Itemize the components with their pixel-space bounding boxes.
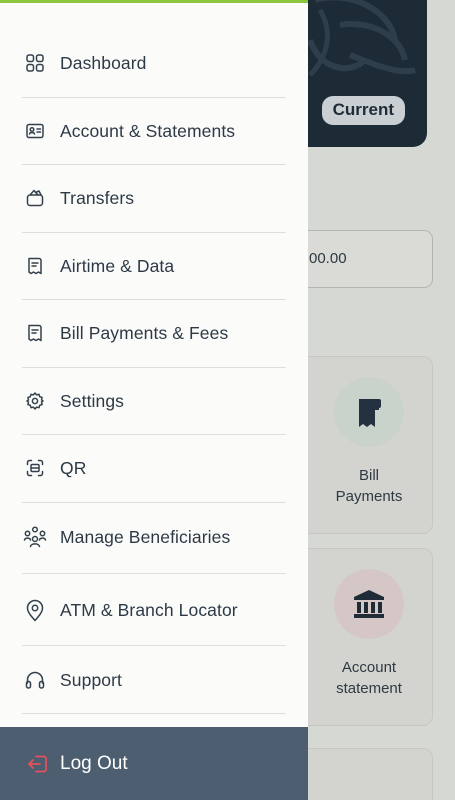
divider xyxy=(22,164,286,165)
menu-item-label: Transfers xyxy=(60,187,135,208)
divider xyxy=(22,502,286,503)
divider xyxy=(22,299,286,300)
menu-item-label: Dashboard xyxy=(60,52,147,73)
divider xyxy=(22,367,286,368)
grid-icon xyxy=(22,50,48,76)
divider xyxy=(22,97,286,98)
menu-item-account-statements[interactable]: Account & Statements xyxy=(22,118,286,144)
menu-item-bill-payments[interactable]: Bill Payments & Fees xyxy=(22,320,286,346)
logout-button[interactable]: Log Out xyxy=(0,727,308,800)
logout-icon xyxy=(26,752,50,776)
id-card-icon xyxy=(22,118,48,144)
menu-item-label: Support xyxy=(60,669,122,690)
menu-item-settings[interactable]: Settings xyxy=(22,388,286,414)
menu-item-airtime-data[interactable]: Airtime & Data xyxy=(22,253,286,279)
bank-icon xyxy=(354,590,384,618)
menu-item-label: Airtime & Data xyxy=(60,255,175,276)
menu-item-label: ATM & Branch Locator xyxy=(60,599,238,620)
bill-payments-label: Bill Payments xyxy=(335,467,403,505)
account-type-badge: Current xyxy=(321,96,405,125)
headphones-icon xyxy=(22,667,48,693)
menu-item-label: QR xyxy=(60,457,87,478)
qr-scan-icon xyxy=(22,455,48,481)
divider xyxy=(22,232,286,233)
divider xyxy=(22,645,286,646)
receipt-icon xyxy=(22,253,48,279)
menu-item-qr[interactable]: QR xyxy=(22,455,286,481)
wallet-icon xyxy=(22,185,48,211)
menu-item-atm-branch-locator[interactable]: ATM & Branch Locator xyxy=(22,596,286,624)
logout-label: Log Out xyxy=(60,752,128,774)
divider xyxy=(22,434,286,435)
drawer-accent-bar xyxy=(0,0,308,3)
gear-icon xyxy=(22,388,48,414)
balance-value: 00.00 xyxy=(309,250,347,267)
divider xyxy=(22,713,286,714)
menu-item-dashboard[interactable]: Dashboard xyxy=(22,50,286,76)
receipt-icon xyxy=(359,399,381,427)
account-statement-icon-circle xyxy=(334,569,404,639)
account-statement-label: Account statement xyxy=(336,659,402,697)
menu-item-label: Manage Beneficiaries xyxy=(60,526,231,547)
location-pin-icon xyxy=(22,597,48,623)
menu-item-support[interactable]: Support xyxy=(22,667,286,693)
menu-item-transfers[interactable]: Transfers xyxy=(22,185,286,211)
menu-item-label: Account & Statements xyxy=(60,120,236,141)
receipt-icon xyxy=(22,320,48,346)
bill-payments-icon-circle xyxy=(334,377,404,447)
menu-item-label: Bill Payments & Fees xyxy=(60,322,229,343)
divider xyxy=(22,573,286,574)
menu-item-manage-beneficiaries[interactable]: Manage Beneficiaries xyxy=(22,524,286,550)
menu-item-label: Settings xyxy=(60,390,125,411)
navigation-drawer: Dashboard Account & Statements Transfers xyxy=(0,0,308,800)
people-icon xyxy=(22,524,48,550)
